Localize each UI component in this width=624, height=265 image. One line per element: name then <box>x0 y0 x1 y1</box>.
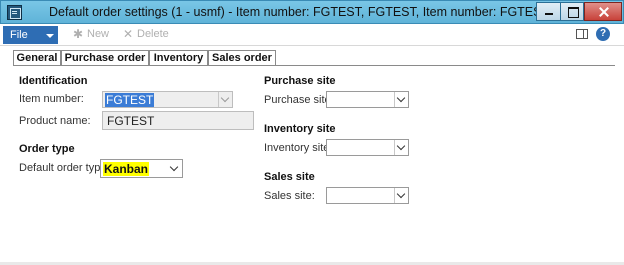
chevron-down-icon <box>46 34 54 38</box>
item-number-value: FGTEST <box>105 93 155 107</box>
new-icon: ✱ <box>73 27 84 41</box>
product-name-field: FGTEST <box>102 111 254 130</box>
item-number-field[interactable]: FGTEST <box>102 91 233 108</box>
chevron-down-icon[interactable] <box>394 188 408 203</box>
tab-general[interactable]: General <box>13 50 61 66</box>
inventory-site-heading: Inventory site <box>264 123 336 135</box>
title-bar: Default order settings (1 - usmf) - Item… <box>0 0 624 24</box>
order-type-heading: Order type <box>19 143 75 155</box>
chevron-down-icon[interactable] <box>218 92 232 107</box>
default-order-type-select[interactable]: Kanban <box>100 159 183 178</box>
default-order-type-label: Default order type: <box>19 162 110 174</box>
sales-site-heading: Sales site <box>264 171 315 183</box>
file-label: File <box>10 29 28 41</box>
delete-button[interactable]: Delete <box>137 28 169 40</box>
purchase-site-label: Purchase site: <box>264 94 334 106</box>
chevron-down-icon[interactable] <box>394 140 408 155</box>
inventory-site-label: Inventory site: <box>264 142 333 154</box>
identification-heading: Identification <box>19 75 88 87</box>
delete-icon: ✕ <box>123 27 134 41</box>
new-button[interactable]: New <box>87 28 109 40</box>
tab-purchase-order[interactable]: Purchase order <box>61 50 149 66</box>
inventory-site-select[interactable] <box>326 139 409 156</box>
purchase-site-heading: Purchase site <box>264 75 336 87</box>
close-button[interactable] <box>584 2 622 21</box>
product-name-value: FGTEST <box>107 114 155 128</box>
sales-site-select[interactable] <box>326 187 409 204</box>
help-icon[interactable]: ? <box>596 27 610 41</box>
window-title: Default order settings (1 - usmf) - Item… <box>49 5 550 19</box>
default-order-type-value: Kanban <box>103 162 150 176</box>
app-icon[interactable] <box>7 5 22 20</box>
minimize-button[interactable] <box>536 2 560 21</box>
purchase-site-select[interactable] <box>326 91 409 108</box>
tab-inventory[interactable]: Inventory <box>149 50 208 66</box>
sales-site-label: Sales site: <box>264 190 315 202</box>
tab-divider <box>13 65 615 66</box>
product-name-label: Product name: <box>19 115 91 127</box>
maximize-button[interactable] <box>560 2 584 21</box>
tab-sales-order[interactable]: Sales order <box>208 50 276 66</box>
layout-icon[interactable] <box>576 29 588 39</box>
item-number-label: Item number: <box>19 93 84 105</box>
chevron-down-icon[interactable] <box>394 92 408 107</box>
action-pane: File ✱ New ✕ Delete ? <box>0 24 624 46</box>
chevron-down-icon[interactable] <box>168 161 182 176</box>
file-menu-button[interactable]: File <box>3 26 58 44</box>
